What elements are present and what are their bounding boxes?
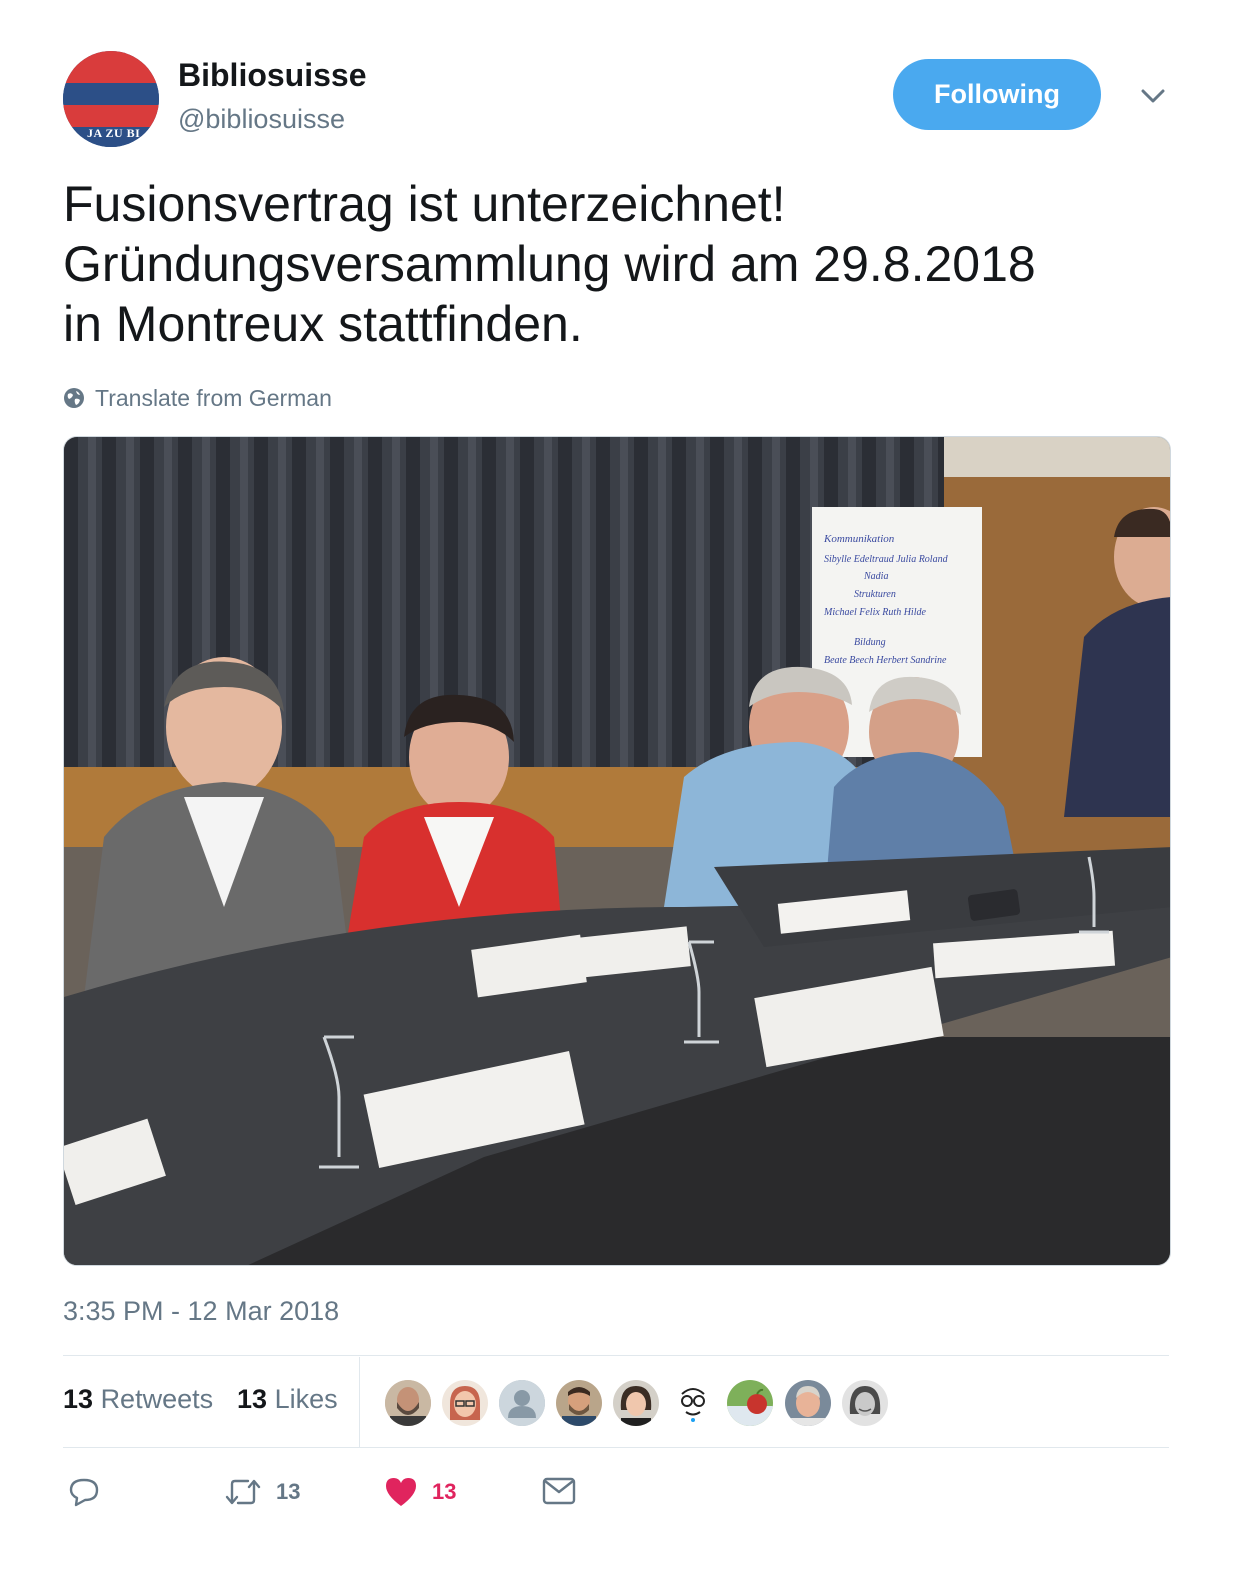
- liker-avatar[interactable]: [727, 1380, 773, 1426]
- liker-avatar[interactable]: [670, 1380, 716, 1426]
- avatar-cartoon-glasses-icon: [670, 1380, 716, 1426]
- translate-label: Translate from German: [95, 384, 332, 411]
- heart-icon: [386, 1478, 416, 1506]
- avatar-default-silhouette-icon: [499, 1380, 545, 1426]
- likes-stat[interactable]: 13 Likes: [237, 1384, 338, 1415]
- avatar-grey-hair-man-icon: [785, 1380, 831, 1426]
- globe-icon: [64, 388, 84, 408]
- avatar-apple-icon: [727, 1380, 773, 1426]
- chevron-down-icon[interactable]: [1137, 82, 1169, 110]
- divider: [359, 1357, 360, 1447]
- envelope-icon: [542, 1477, 576, 1505]
- photo-illustration: Kommunikation Sibylle Edeltraud Julia Ro…: [64, 437, 1170, 1265]
- tweet-photo[interactable]: Kommunikation Sibylle Edeltraud Julia Ro…: [63, 436, 1171, 1266]
- user-handle[interactable]: @bibliosuisse: [178, 104, 345, 135]
- avatar-band: [63, 51, 159, 83]
- avatar-woman-bw-icon: [842, 1380, 888, 1426]
- reply-icon: [69, 1478, 99, 1507]
- flipchart-line: Sibylle Edeltraud Julia Roland: [824, 554, 949, 565]
- flipchart-line: Strukturen: [854, 589, 896, 600]
- flipchart-line: Michael Felix Ruth Hilde: [823, 607, 926, 618]
- like-count: 13: [432, 1479, 457, 1504]
- retweets-count: 13: [63, 1384, 94, 1414]
- profile-avatar[interactable]: JA ZU BI: [63, 51, 159, 147]
- retweets-stat[interactable]: 13 Retweets: [63, 1384, 213, 1415]
- retweet-button[interactable]: 13: [224, 1476, 300, 1508]
- avatar-logo-text: JA ZU BI: [87, 126, 141, 140]
- tweet-text: Fusionsvertrag ist unterzeichnet! Gründu…: [63, 176, 1036, 352]
- liker-avatar[interactable]: [613, 1380, 659, 1426]
- retweets-label: Retweets: [100, 1384, 214, 1414]
- flipchart-line: Bildung: [854, 637, 886, 648]
- liker-avatar[interactable]: [442, 1380, 488, 1426]
- direct-message-button[interactable]: [542, 1476, 576, 1506]
- avatar-band: [63, 105, 159, 127]
- avatar-band: [63, 83, 159, 105]
- display-name[interactable]: Bibliosuisse: [178, 57, 367, 94]
- liker-avatar[interactable]: [785, 1380, 831, 1426]
- avatar-man-beard-icon: [556, 1380, 602, 1426]
- retweet-icon: [225, 1479, 261, 1505]
- liker-avatar[interactable]: [385, 1380, 431, 1426]
- translate-link[interactable]: Translate from German: [63, 384, 332, 412]
- like-button[interactable]: 13: [384, 1476, 456, 1508]
- divider: [63, 1447, 1169, 1448]
- divider: [63, 1355, 1169, 1356]
- flipchart-line: Beate Beech Herbert Sandrine: [824, 655, 947, 666]
- following-button[interactable]: Following: [893, 59, 1101, 130]
- avatar-woman-dark-hair-icon: [613, 1380, 659, 1426]
- likes-label: Likes: [274, 1384, 338, 1414]
- liker-avatar[interactable]: [556, 1380, 602, 1426]
- likes-count: 13: [237, 1384, 268, 1414]
- avatar-woman-glasses-icon: [442, 1380, 488, 1426]
- avatar-bearded-man-icon: [385, 1380, 431, 1426]
- liker-avatar[interactable]: [499, 1380, 545, 1426]
- liker-avatar[interactable]: [842, 1380, 888, 1426]
- tweet-timestamp[interactable]: 3:35 PM - 12 Mar 2018: [63, 1296, 339, 1327]
- flipchart-line: Nadia: [863, 571, 888, 582]
- reply-button[interactable]: [68, 1476, 114, 1508]
- retweet-count: 13: [276, 1479, 301, 1504]
- flipchart-line: Kommunikation: [823, 533, 895, 545]
